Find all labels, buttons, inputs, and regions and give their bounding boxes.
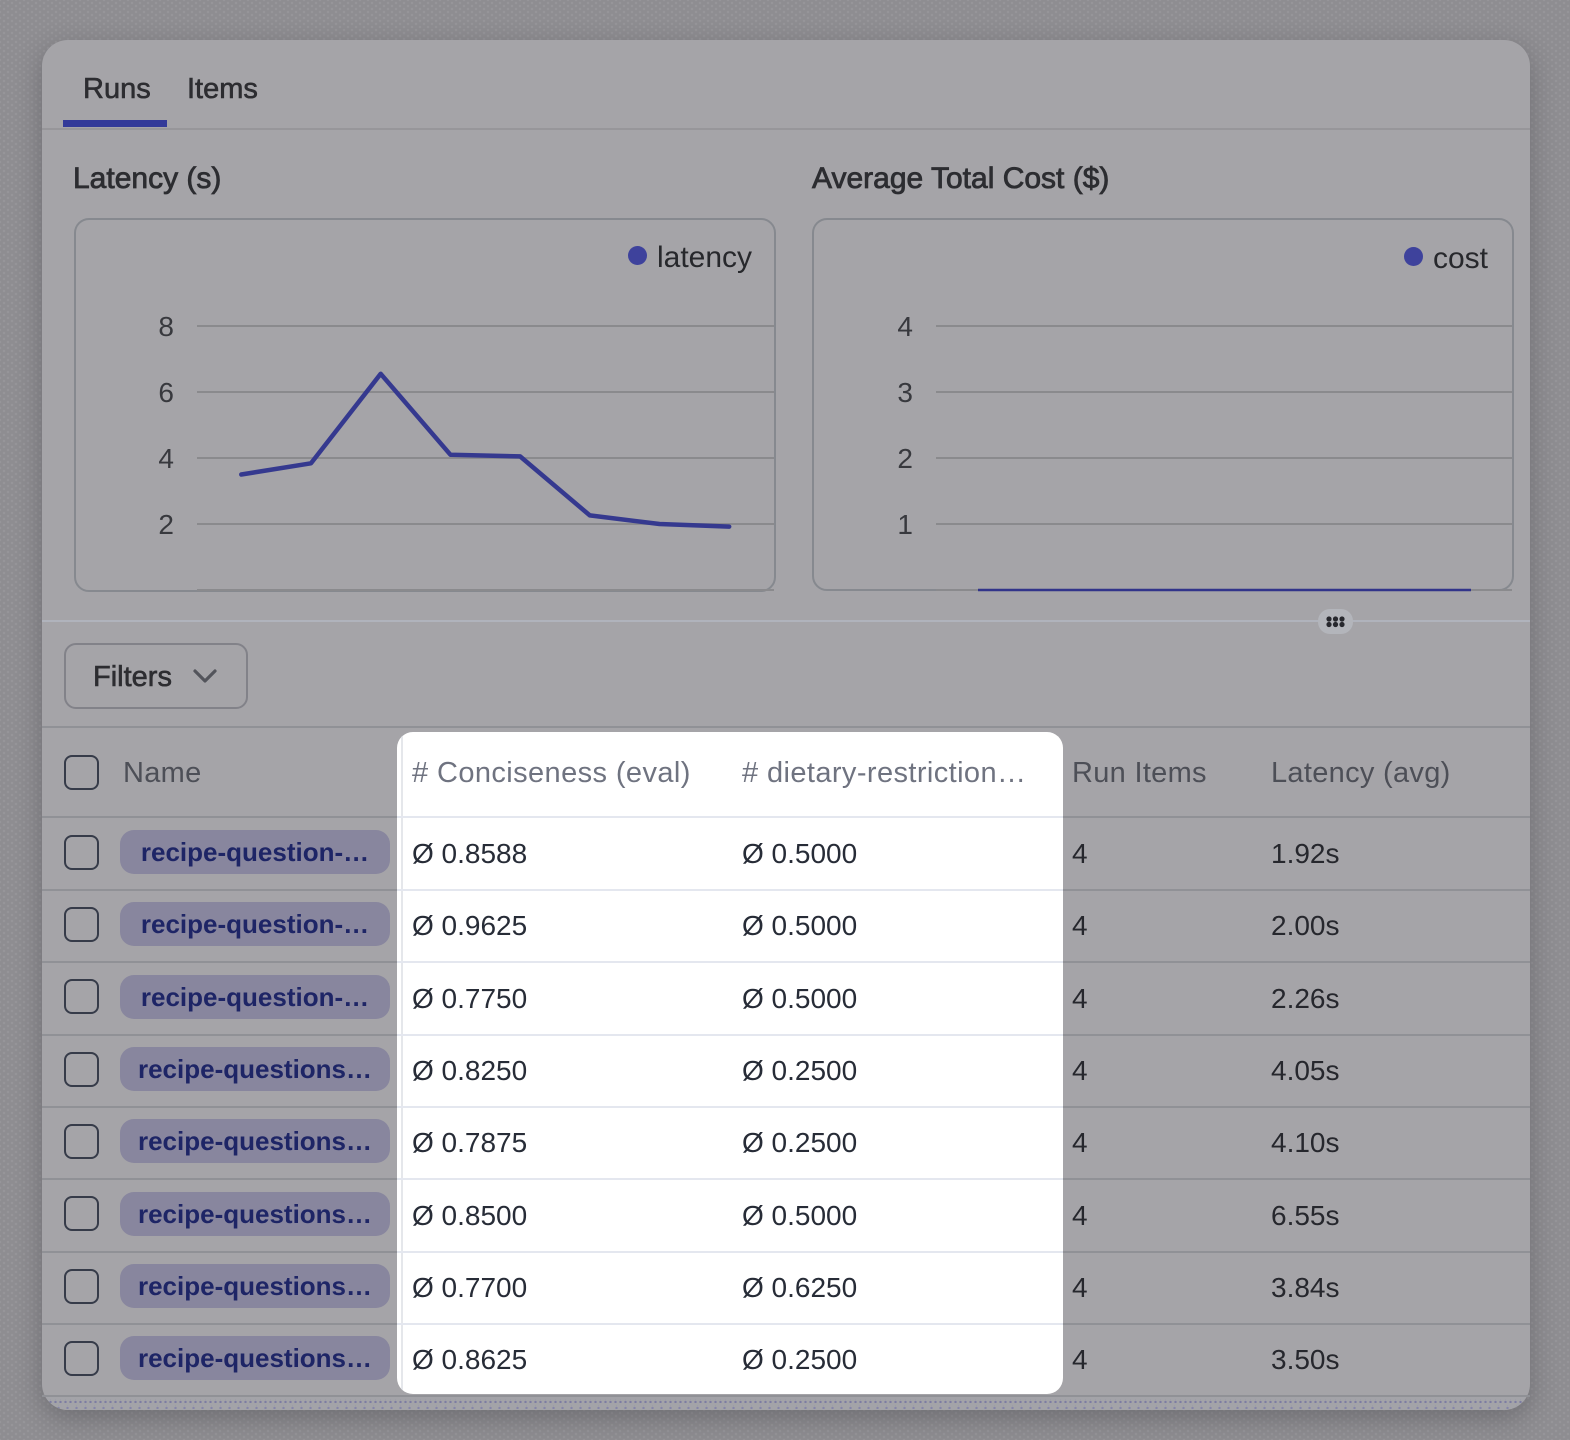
- svg-text:1: 1: [897, 509, 913, 540]
- svg-text:4: 4: [158, 443, 174, 474]
- svg-text:2: 2: [897, 443, 913, 474]
- svg-text:6: 6: [158, 377, 174, 408]
- svg-text:8: 8: [158, 311, 174, 342]
- svg-text:3: 3: [897, 377, 913, 408]
- svg-text:4: 4: [897, 311, 913, 342]
- svg-text:2: 2: [158, 509, 174, 540]
